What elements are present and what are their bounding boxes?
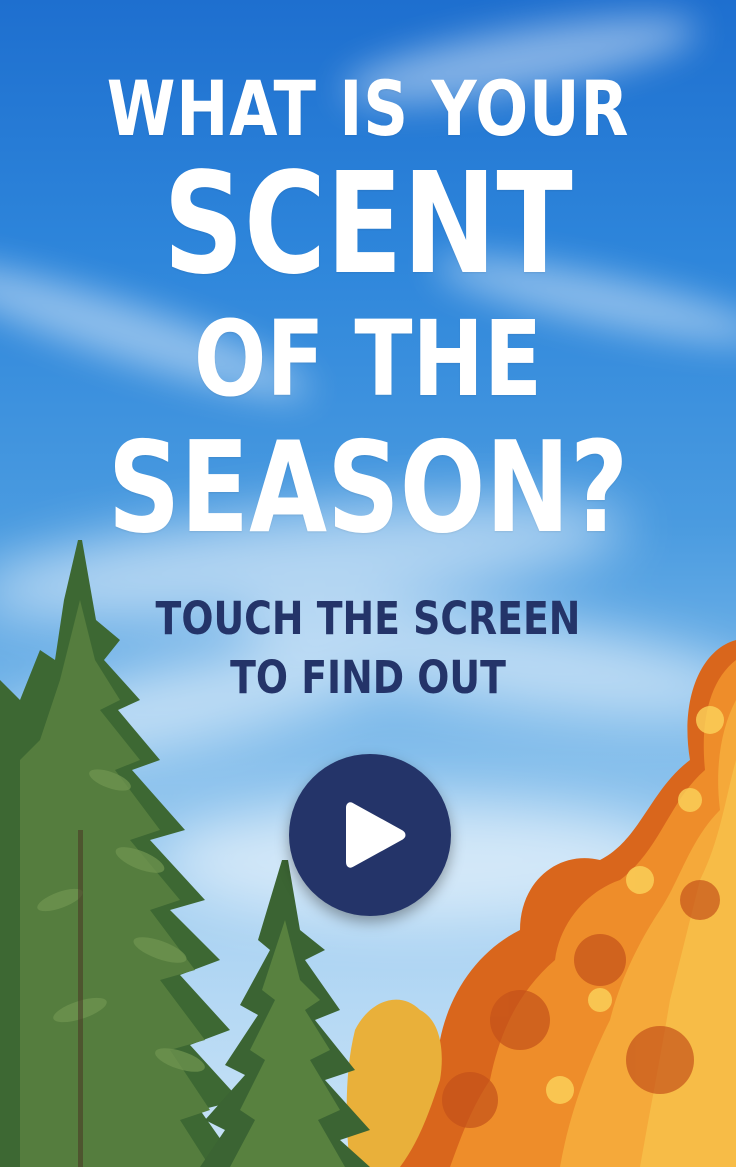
headline-line-2: SCENT xyxy=(163,143,573,306)
cta-line-2: TO FIND OUT xyxy=(230,651,506,704)
screen[interactable]: WHAT IS YOUR SCENT OF THE SEASON? TOUCH … xyxy=(0,0,736,1167)
headline-line-4: SEASON? xyxy=(107,414,629,561)
play-icon xyxy=(346,802,406,868)
cta-line-1: TOUCH THE SCREEN xyxy=(155,592,581,645)
headline-line-1: WHAT IS YOUR xyxy=(106,64,630,153)
headline-line-3: OF THE xyxy=(193,298,543,420)
play-button[interactable] xyxy=(289,754,451,916)
